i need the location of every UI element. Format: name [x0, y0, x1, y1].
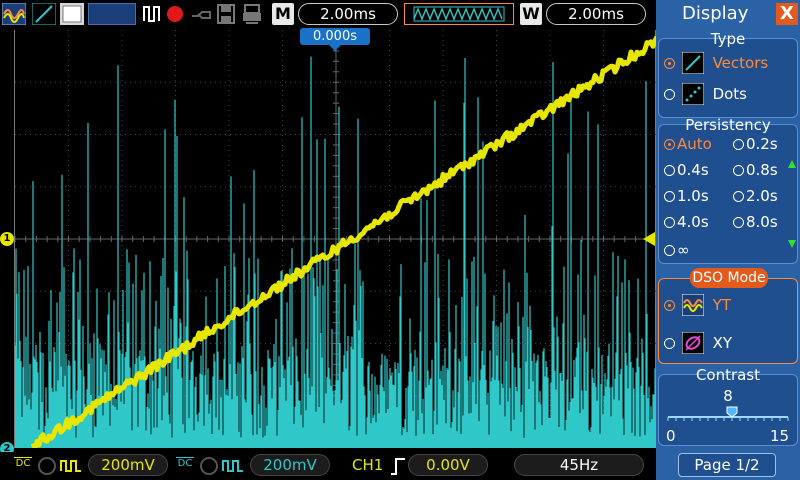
- dots-icon: [681, 82, 705, 106]
- trigger-level-marker-icon[interactable]: [643, 232, 655, 246]
- dso-mode-option-yt[interactable]: YT: [664, 293, 731, 317]
- vectors-icon: [681, 51, 705, 75]
- scroll-up-icon[interactable]: [788, 160, 796, 168]
- top-toolbar: M 2.00ms W 2.00ms: [0, 0, 656, 28]
- ch2-bandwidth-icon: [200, 457, 218, 475]
- contrast-slider[interactable]: [666, 405, 790, 423]
- yt-mode-icon: [681, 293, 705, 317]
- persistency-option-0.8s[interactable]: 0.8s: [733, 161, 778, 179]
- waveform-display[interactable]: [14, 30, 657, 448]
- type-option-label: Dots: [712, 85, 747, 103]
- radio-icon: [664, 139, 675, 150]
- ch2-scale-field[interactable]: 200mV: [250, 454, 330, 476]
- waveform-plot: [15, 30, 657, 448]
- contrast-max-label: 15: [770, 427, 790, 445]
- run-stop-icon[interactable]: [142, 3, 162, 25]
- radio-icon: [664, 217, 675, 228]
- print-icon[interactable]: [242, 3, 262, 25]
- radio-icon: [664, 300, 675, 311]
- persistency-option-label: 0.2s: [746, 135, 778, 153]
- radio-icon: [664, 165, 675, 176]
- ch1-level-marker[interactable]: 1: [0, 232, 14, 246]
- save-icon[interactable]: [216, 3, 236, 25]
- dso-mode-title: DSO Mode: [690, 268, 768, 288]
- contrast-thumb: [726, 406, 738, 418]
- contrast-min-label: 0: [666, 427, 676, 445]
- trigger-source-label[interactable]: CH1: [352, 456, 383, 474]
- ch1-coupling-icon[interactable]: DC: [14, 457, 32, 469]
- persistency-option-label: 4.0s: [677, 213, 709, 231]
- window-timebase-label: W: [520, 3, 542, 25]
- trigger-position-arrow-icon: [329, 45, 341, 51]
- radio-icon: [664, 58, 675, 69]
- persistency-option-1.0s[interactable]: 1.0s: [664, 187, 709, 205]
- vectors-display-icon[interactable]: [31, 2, 57, 26]
- rising-edge-icon[interactable]: [390, 456, 406, 480]
- persistency-option-label: 0.8s: [746, 161, 778, 179]
- persistency-option-label: 0.4s: [677, 161, 709, 179]
- close-button[interactable]: X: [776, 3, 798, 25]
- radio-icon: [664, 338, 675, 349]
- type-section-title: Type: [710, 30, 746, 48]
- persistency-option-0.2s[interactable]: 0.2s: [733, 135, 778, 153]
- persistency-option-label: Auto: [677, 135, 712, 153]
- persistency-option-4.0s[interactable]: 4.0s: [664, 213, 709, 231]
- radio-icon: [664, 191, 675, 202]
- persistency-option-auto[interactable]: Auto: [664, 135, 712, 153]
- persistency-option-label: 2.0s: [746, 187, 778, 205]
- radio-icon: [664, 245, 675, 256]
- window-position-indicator[interactable]: [404, 3, 514, 25]
- radio-icon: [733, 191, 744, 202]
- window-timebase-field[interactable]: 2.00ms: [546, 3, 646, 25]
- dso-mode-option-xy[interactable]: XY: [664, 331, 733, 355]
- ch1-scale-field[interactable]: 200mV: [88, 454, 168, 476]
- type-option-dots[interactable]: Dots: [664, 82, 747, 106]
- persistency-option-8.0s[interactable]: 8.0s: [733, 213, 778, 231]
- probe-icon[interactable]: [190, 3, 214, 25]
- xy-mode-icon: [681, 331, 705, 355]
- persistency-option-label: 8.0s: [746, 213, 778, 231]
- scroll-down-icon[interactable]: [788, 240, 796, 248]
- ch1-bandwidth-icon: [38, 457, 56, 475]
- dso-mode-option-label: YT: [712, 296, 731, 314]
- display-menu-panel: Display X Type Vectors Dots Persistency …: [656, 0, 800, 480]
- trigger-level-field[interactable]: 0.00V: [408, 454, 488, 476]
- radio-icon: [664, 89, 675, 100]
- persistency-option-infinite[interactable]: ∞: [664, 241, 690, 259]
- radio-icon: [733, 165, 744, 176]
- contrast-value: 8: [723, 387, 733, 405]
- cursor-measure-icon[interactable]: [1, 2, 27, 26]
- persistency-option-2.0s[interactable]: 2.0s: [733, 187, 778, 205]
- type-option-label: Vectors: [712, 54, 769, 72]
- contrast-section-title: Contrast: [695, 366, 761, 384]
- trigger-position-readout[interactable]: 0.000s: [300, 28, 370, 45]
- persistency-option-label: 1.0s: [677, 187, 709, 205]
- status-display-box: [88, 3, 136, 25]
- memory-timebase-label: M: [272, 3, 294, 25]
- frequency-readout: 45Hz: [514, 454, 644, 476]
- type-option-vectors[interactable]: Vectors: [664, 51, 769, 75]
- page-button[interactable]: Page 1/2: [678, 453, 776, 477]
- radio-icon: [733, 139, 744, 150]
- type-section: Type: [658, 30, 798, 118]
- ch1-invert-icon: [60, 457, 82, 479]
- color-grid-icon[interactable]: [60, 3, 84, 25]
- memory-timebase-field[interactable]: 2.00ms: [298, 3, 398, 25]
- persistency-option-label: ∞: [677, 241, 690, 259]
- persistency-section-title: Persistency: [685, 116, 771, 134]
- radio-icon: [733, 217, 744, 228]
- bottom-status-bar: DC 200mV DC 200mV CH1 0.00V 45Hz: [0, 452, 656, 480]
- record-icon[interactable]: [165, 3, 185, 25]
- ch2-coupling-icon[interactable]: DC: [176, 457, 194, 469]
- dso-mode-option-label: XY: [712, 334, 733, 352]
- ch2-invert-icon: [222, 457, 244, 479]
- persistency-option-0.4s[interactable]: 0.4s: [664, 161, 709, 179]
